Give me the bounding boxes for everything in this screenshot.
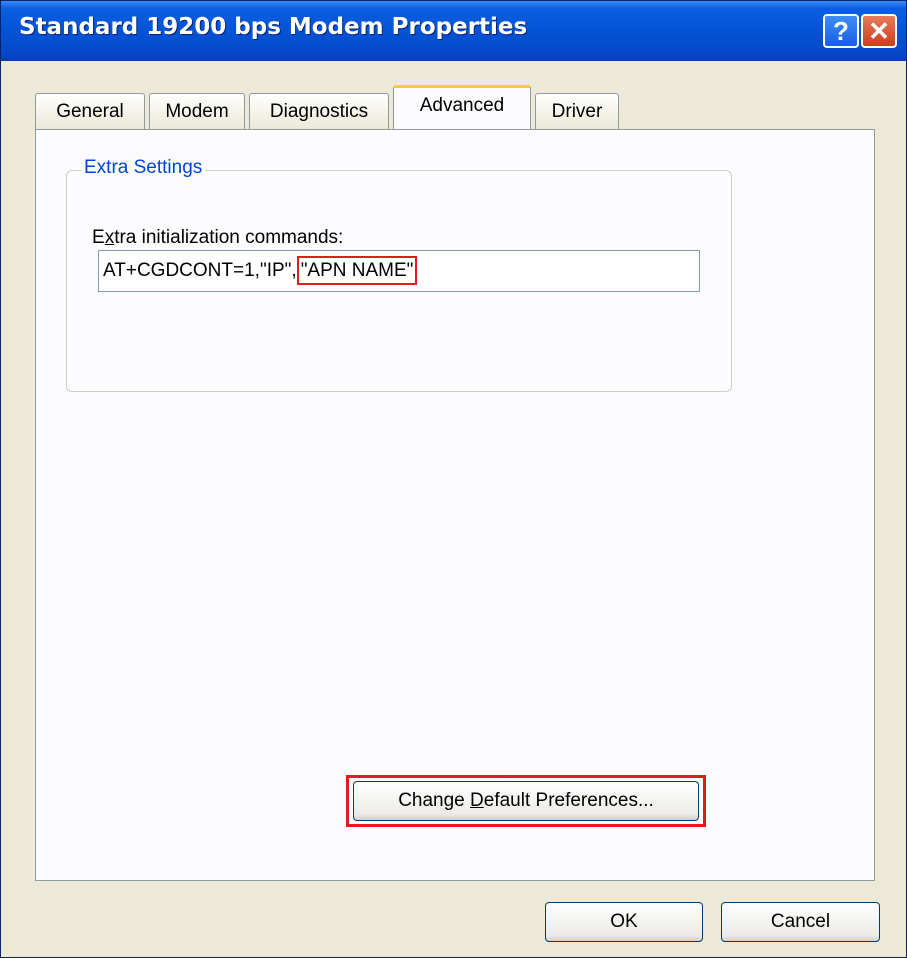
change-default-preferences-button[interactable]: Change Default Preferences...	[353, 781, 699, 821]
change-default-preferences-highlight: Change Default Preferences...	[346, 775, 706, 827]
modem-properties-dialog: Standard 19200 bps Modem Properties ? ✕ …	[0, 0, 907, 958]
advanced-tab-panel: Extra Settings Extra initialization comm…	[35, 129, 875, 881]
ok-button[interactable]: OK	[545, 902, 703, 942]
extra-init-commands-input[interactable]: AT+CGDCONT=1,"IP", "APN NAME"	[98, 250, 700, 292]
close-icon: ✕	[868, 16, 890, 46]
tab-advanced[interactable]: Advanced	[393, 85, 531, 129]
tab-driver[interactable]: Driver	[535, 93, 619, 129]
help-icon: ?	[833, 16, 849, 46]
close-button[interactable]: ✕	[861, 14, 897, 48]
tab-general[interactable]: General	[35, 93, 145, 129]
extra-settings-group: Extra Settings Extra initialization comm…	[66, 157, 732, 392]
cancel-button[interactable]: Cancel	[721, 902, 880, 942]
help-button[interactable]: ?	[823, 14, 859, 48]
title-bar[interactable]: Standard 19200 bps Modem Properties ? ✕	[1, 1, 906, 61]
apn-name-highlight: "APN NAME"	[296, 256, 418, 285]
extra-settings-title: Extra Settings	[81, 157, 206, 179]
init-command-value: AT+CGDCONT=1,"IP",	[103, 260, 297, 281]
window-title: Standard 19200 bps Modem Properties	[19, 14, 528, 40]
extra-init-commands-label: Extra initialization commands:	[92, 227, 344, 248]
tab-modem[interactable]: Modem	[149, 93, 245, 129]
tab-diagnostics[interactable]: Diagnostics	[249, 93, 389, 129]
